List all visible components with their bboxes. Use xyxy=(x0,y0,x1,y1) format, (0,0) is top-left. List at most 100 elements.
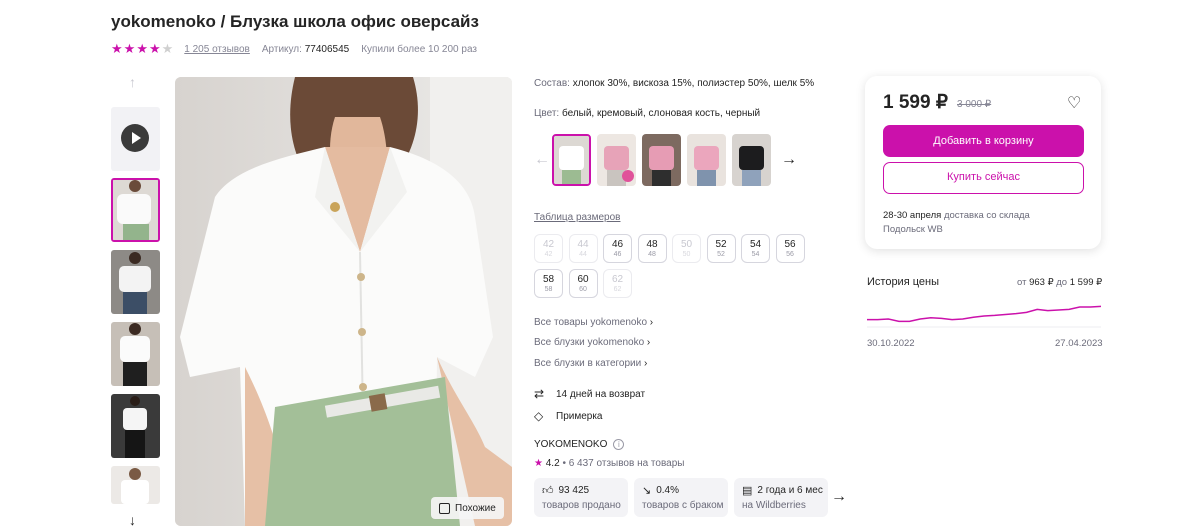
size-eu: 42 xyxy=(544,251,553,258)
thumb-1-image xyxy=(113,180,158,240)
price: 1 599 ₽ xyxy=(883,92,948,113)
composition-label: Состав: xyxy=(534,78,570,89)
star-empty-icon: ★ xyxy=(161,41,174,56)
color-label: Цвет: xyxy=(534,108,560,119)
size-ru: 52 xyxy=(715,239,727,250)
size-eu: 50 xyxy=(682,251,691,258)
size-option-46[interactable]: 46 46 xyxy=(603,234,632,263)
stat-sold: 👍︎ 93 425 товаров продано xyxy=(534,478,628,517)
composition: Состав: хлопок 30%, вискоза 15%, полиэст… xyxy=(534,78,814,89)
swatch-black-image xyxy=(732,134,771,186)
similar-icon xyxy=(439,502,450,514)
similar-button[interactable]: Похожие xyxy=(431,497,504,519)
buy-now-button[interactable]: Купить сейчас xyxy=(883,162,1084,194)
size-ru: 44 xyxy=(577,239,589,250)
price-history-chart[interactable] xyxy=(867,298,1101,328)
thumb-3[interactable] xyxy=(111,322,160,386)
size-ru: 60 xyxy=(577,274,589,285)
buy-card: 1 599 ₽ 3 000 ₽ ♡ Добавить в корзину Куп… xyxy=(865,76,1101,249)
link-brand-blouses[interactable]: Все блузки yokomenoko xyxy=(534,337,650,348)
color-swatch-black[interactable] xyxy=(732,134,771,186)
color-swatch-pink-3[interactable] xyxy=(687,134,726,186)
thumb-2-image xyxy=(111,250,160,314)
brand-reviews-text: 6 437 отзывов на товары xyxy=(568,458,685,469)
stats-next-arrow-icon[interactable]: → xyxy=(831,488,847,506)
size-ru: 56 xyxy=(784,239,796,250)
return-text: 14 дней на возврат xyxy=(556,388,646,400)
size-ru: 46 xyxy=(611,239,624,250)
main-photo[interactable] xyxy=(175,77,512,526)
swatch-pink-1-image xyxy=(597,134,636,186)
color-swatch-white[interactable] xyxy=(552,134,591,186)
swatch-pink-2-image xyxy=(642,134,681,186)
range-to-label: до xyxy=(1053,277,1070,288)
brand-rating-value: 4.2 xyxy=(545,458,560,469)
old-price: 3 000 ₽ xyxy=(957,99,992,110)
thumbs-down-arrow-icon[interactable]: ↓ xyxy=(129,512,136,528)
tag-icon: ◇ xyxy=(534,409,544,423)
swatch-left-arrow-icon[interactable]: ← xyxy=(534,151,552,169)
delivery-text: доставка со склада xyxy=(941,210,1030,221)
fitting-text: Примерка xyxy=(556,410,603,422)
stat-age-label: на Wildberries xyxy=(742,500,806,511)
return-perk: ⇄ 14 дней на возврат xyxy=(534,387,645,401)
size-option-50: 50 50 xyxy=(672,234,701,263)
thumbs-up-arrow-icon[interactable]: ↑ xyxy=(129,74,136,90)
price-history-range: от 963 ₽ до 1 599 ₽ xyxy=(1017,277,1102,288)
stat-defect: ↘ 0.4% товаров с браком xyxy=(634,478,728,517)
link-category-blouses[interactable]: Все блузки в категории xyxy=(534,358,647,369)
thumb-video[interactable] xyxy=(111,107,160,171)
return-arrows-icon: ⇄ xyxy=(534,387,545,401)
similar-label: Похожие xyxy=(455,502,496,514)
thumbs-up-icon: 👍︎ xyxy=(542,485,554,497)
thumb-2[interactable] xyxy=(111,250,160,314)
size-eu: 60 xyxy=(579,286,587,293)
star-icon: ★ xyxy=(123,41,136,56)
trend-down-icon: ↘ xyxy=(642,485,652,497)
swatch-right-arrow-icon[interactable]: → xyxy=(781,151,799,169)
size-eu: 46 xyxy=(613,251,622,258)
thumb-1[interactable] xyxy=(111,178,160,242)
rating-stars: ★ ★ ★ ★ ★ xyxy=(111,41,174,56)
brand-rating: ★ 4.2 • 6 437 отзывов на товары xyxy=(534,458,684,469)
thumb-3-image xyxy=(111,322,160,386)
thumb-4[interactable] xyxy=(111,394,160,458)
size-eu: 54 xyxy=(751,251,760,258)
thumb-5-image xyxy=(111,466,160,504)
thumb-5[interactable] xyxy=(111,466,160,504)
play-icon xyxy=(121,124,149,152)
size-option-48[interactable]: 48 48 xyxy=(637,234,667,263)
brand-name[interactable]: YOKOMENOKO xyxy=(534,439,607,450)
size-ru: 54 xyxy=(749,239,762,250)
add-to-cart-button[interactable]: Добавить в корзину xyxy=(883,125,1084,157)
stat-age: ▤ 2 года и 6 мес на Wildberries xyxy=(734,478,828,517)
brand-block: YOKOMENOKO i xyxy=(534,439,625,450)
size-ru: 50 xyxy=(680,239,693,250)
stat-sold-label: товаров продано xyxy=(542,500,621,511)
size-option-58[interactable]: 58 58 xyxy=(534,269,563,298)
color-swatch-pink-1[interactable] xyxy=(597,134,636,186)
size-option-54[interactable]: 54 54 xyxy=(741,234,770,263)
reviews-link[interactable]: 1 205 отзывов xyxy=(184,44,250,55)
link-all-brand-items[interactable]: Все товары yokomenoko xyxy=(534,317,653,328)
article-number: 77406545 xyxy=(304,43,350,55)
size-option-60[interactable]: 60 60 xyxy=(568,269,598,298)
star-icon: ★ xyxy=(148,41,161,56)
size-option-44: 44 44 xyxy=(568,234,598,263)
size-option-52[interactable]: 52 52 xyxy=(706,234,736,263)
info-icon[interactable]: i xyxy=(613,439,625,450)
size-ru: 42 xyxy=(542,239,555,250)
delivery-info: 28-30 апреля доставка со склада Подольск… xyxy=(883,209,1030,237)
color-swatch-pink-2[interactable] xyxy=(642,134,681,186)
size-eu: 48 xyxy=(648,251,656,258)
stat-age-value: 2 года и 6 мес xyxy=(757,485,823,496)
size-option-56[interactable]: 56 56 xyxy=(775,234,805,263)
composition-value: хлопок 30%, вискоза 15%, полиэстер 50%, … xyxy=(572,78,815,89)
color-swatches: ← → xyxy=(534,134,799,186)
size-ru: 48 xyxy=(646,239,658,250)
product-title: yokomenoko / Блузка школа офис оверсайз xyxy=(111,12,479,31)
heart-icon[interactable]: ♡ xyxy=(1067,93,1081,113)
size-table-link[interactable]: Таблица размеров xyxy=(534,212,620,223)
stat-sold-value: 93 425 xyxy=(558,485,590,496)
size-eu: 44 xyxy=(579,251,587,258)
